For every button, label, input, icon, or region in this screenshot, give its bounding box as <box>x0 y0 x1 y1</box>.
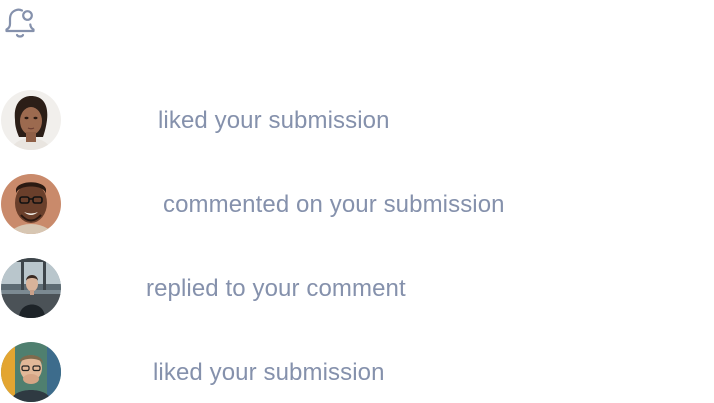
notification-message: liked your submission <box>153 359 385 386</box>
notification-message: liked your submission <box>158 107 390 134</box>
notification-list: liked your submission commented on your … <box>0 0 714 403</box>
notification-item[interactable]: commented on your submission <box>0 174 600 236</box>
avatar[interactable] <box>1 174 61 234</box>
notification-message: replied to your comment <box>146 275 406 302</box>
avatar[interactable] <box>1 90 61 150</box>
notifications-panel: liked your submission commented on your … <box>0 0 714 403</box>
notification-item[interactable]: replied to your comment <box>0 258 600 320</box>
avatar[interactable] <box>1 258 61 318</box>
notification-message: commented on your submission <box>163 191 505 218</box>
notification-item[interactable]: liked your submission <box>0 342 600 403</box>
avatar[interactable] <box>1 342 61 402</box>
notification-item[interactable]: liked your submission <box>0 90 600 152</box>
